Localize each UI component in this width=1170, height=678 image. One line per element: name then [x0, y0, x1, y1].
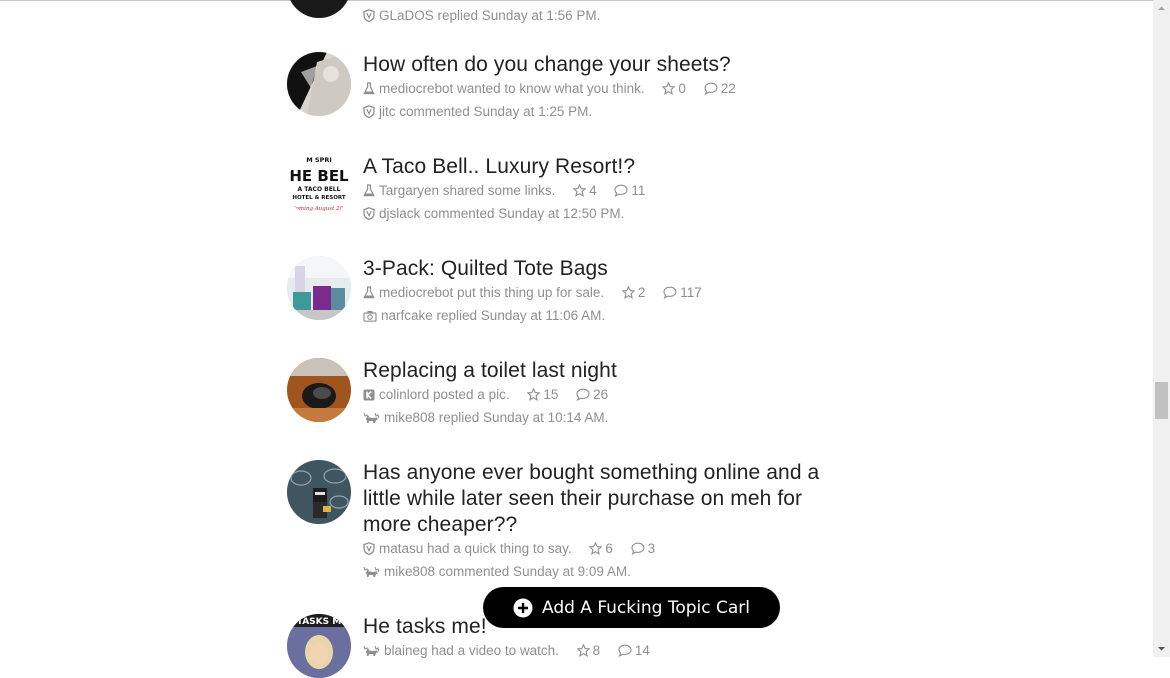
avatar-text-5: Coming August 201 — [291, 206, 346, 212]
topic-meta: mediocrebot wanted to know what you thin… — [363, 78, 843, 101]
comment-count[interactable]: 22 — [704, 81, 736, 96]
k-badge-icon — [363, 386, 375, 407]
star-count[interactable]: 4 — [572, 183, 597, 198]
flask-icon — [363, 182, 375, 203]
topic-meta: mediocrebot put this thing up for sale. … — [363, 282, 843, 305]
plus-circle-icon — [513, 598, 533, 618]
comment-icon — [576, 386, 590, 407]
topic-last-reply: mike808 commented Sunday at 9:09 AM. — [363, 561, 843, 584]
topic-last-reply: jitc commented Sunday at 1:25 PM. — [363, 101, 843, 124]
star-count[interactable]: 0 — [661, 81, 686, 96]
topic-avatar[interactable] — [287, 358, 351, 422]
meta-text[interactable]: mediocrebot put this thing up for sale. — [379, 285, 604, 300]
reply-text[interactable]: jitc commented Sunday at 1:25 PM. — [379, 104, 592, 119]
meta-text[interactable]: mediocrebot wanted to know what you thin… — [379, 81, 645, 96]
shield-icon — [363, 7, 375, 28]
star-count[interactable]: 8 — [576, 643, 600, 658]
reply-text[interactable]: GLaDOS replied Sunday at 1:56 PM. — [379, 8, 600, 23]
topic-last-reply: mike808 replied Sunday at 10:14 AM. — [363, 407, 843, 430]
topic-last-reply: GLaDOS replied Sunday at 1:56 PM. — [363, 5, 843, 28]
vertical-scrollbar[interactable] — [1153, 0, 1170, 657]
topic-avatar[interactable] — [287, 460, 351, 524]
comment-count[interactable]: 11 — [614, 183, 645, 198]
avatar-text-1: TASKS M — [297, 617, 341, 627]
comment-count[interactable]: 3 — [631, 541, 655, 556]
avatar-text-1: M SPRI — [306, 156, 332, 164]
scroll-up-arrow-icon[interactable] — [1153, 0, 1170, 17]
topic-feed: GLaDOS replied Sunday at 1:56 PM. How of… — [0, 0, 1153, 678]
moose-icon — [363, 642, 380, 663]
reply-text[interactable]: djslack commented Sunday at 12:50 PM. — [379, 206, 624, 221]
topic-meta: Targaryen shared some links. 4 11 — [363, 180, 843, 203]
comment-icon — [618, 642, 632, 663]
meta-text[interactable]: Targaryen shared some links. — [379, 183, 555, 198]
reply-text[interactable]: mike808 commented Sunday at 9:09 AM. — [384, 564, 631, 579]
avatar-text-2: HE BEL — [289, 167, 349, 185]
topic-avatar[interactable] — [287, 52, 351, 116]
topic-last-reply: djslack commented Sunday at 12:50 PM. — [363, 203, 843, 226]
moose-icon — [363, 563, 380, 584]
star-count[interactable]: 15 — [526, 387, 558, 402]
meta-text[interactable]: matasu had a quick thing to say. — [379, 541, 572, 556]
topic-avatar[interactable] — [287, 256, 351, 320]
comment-count[interactable]: 117 — [663, 285, 702, 300]
flask-icon — [363, 284, 375, 305]
topic-meta: matasu had a quick thing to say. 6 3 — [363, 538, 843, 561]
comment-count[interactable]: 14 — [618, 643, 650, 658]
topic-last-reply: narfcake replied Sunday at 11:06 AM. — [363, 305, 843, 328]
avatar-text-4: HOTEL & RESORT — [292, 195, 346, 201]
topic-title[interactable]: A Taco Bell.. Luxury Resort!? — [363, 154, 843, 180]
star-count[interactable]: 6 — [588, 541, 613, 556]
topic-avatar[interactable] — [287, 0, 351, 18]
reply-text[interactable]: narfcake replied Sunday at 11:06 AM. — [381, 308, 605, 323]
star-count[interactable]: 2 — [621, 285, 645, 300]
add-topic-label: Add A Fucking Topic Carl — [541, 597, 751, 618]
star-icon — [572, 182, 587, 203]
topic-meta: colinlord posted a pic. 15 26 — [363, 384, 843, 407]
camera-icon — [363, 307, 377, 328]
scroll-down-arrow-icon[interactable] — [1153, 640, 1170, 657]
shield-icon — [363, 540, 375, 561]
topic-title[interactable]: Has anyone ever bought something online … — [363, 460, 843, 538]
star-icon — [661, 80, 676, 101]
topic-avatar[interactable]: M SPRI HE BEL A TACO BELL HOTEL & RESORT… — [287, 154, 351, 218]
flask-icon — [363, 80, 375, 101]
star-icon — [576, 642, 591, 663]
reply-text[interactable]: mike808 replied Sunday at 10:14 AM. — [384, 410, 608, 425]
shield-icon — [363, 205, 375, 226]
meta-text[interactable]: colinlord posted a pic. — [379, 387, 510, 402]
topic-meta: blaineg had a video to watch. 8 14 — [363, 640, 843, 663]
meta-text[interactable]: blaineg had a video to watch. — [384, 643, 559, 658]
star-icon — [621, 284, 636, 305]
comment-icon — [704, 80, 718, 101]
add-topic-button[interactable]: Add A Fucking Topic Carl — [483, 587, 780, 628]
topic-title[interactable]: Replacing a toilet last night — [363, 358, 843, 384]
topic-title[interactable]: 3-Pack: Quilted Tote Bags — [363, 256, 843, 282]
scrollbar-thumb[interactable] — [1155, 382, 1168, 419]
star-icon — [588, 540, 603, 561]
star-icon — [526, 386, 541, 407]
topic-avatar[interactable]: TASKS M — [287, 614, 351, 678]
shield-icon — [363, 103, 375, 124]
moose-icon — [363, 409, 380, 430]
avatar-text-3: A TACO BELL — [298, 186, 341, 193]
top-divider — [0, 0, 1153, 1]
topic-title[interactable]: How often do you change your sheets? — [363, 52, 843, 78]
comment-icon — [614, 182, 628, 203]
comment-icon — [663, 284, 677, 305]
comment-count[interactable]: 26 — [576, 387, 608, 402]
comment-icon — [631, 540, 645, 561]
